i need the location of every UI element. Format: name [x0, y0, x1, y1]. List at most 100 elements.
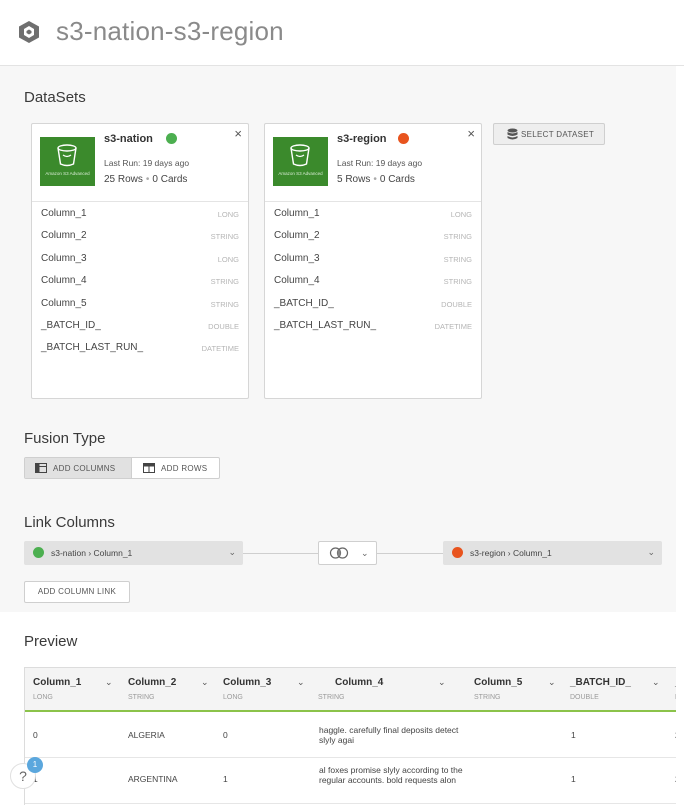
column-type: LONG — [217, 254, 239, 264]
column-row: Column_4 STRING — [265, 273, 481, 295]
column-type: DOUBLE — [441, 299, 472, 309]
add-columns-label: ADD COLUMNS — [53, 464, 116, 473]
separator-dot: • — [373, 174, 377, 185]
column-type: STRING — [443, 254, 472, 264]
dataset-name[interactable]: s3-region — [337, 133, 387, 145]
right-link-column-select[interactable]: s3-region › Column_1 ⌄ — [443, 541, 662, 565]
column-row: Column_5 STRING — [32, 296, 248, 318]
column-name: Column_2 — [274, 230, 320, 242]
left-link-column-select[interactable]: s3-nation › Column_1 ⌄ — [24, 541, 243, 565]
close-icon[interactable]: × — [467, 126, 475, 141]
add-rows-label: ADD ROWS — [161, 464, 208, 473]
column-name: Column_4 — [274, 275, 320, 287]
dataset-column-list: Column_1 LONG Column_2 STRING Column_3 STRI… — [265, 206, 481, 340]
left-column-name: Column_1 — [93, 548, 133, 558]
column-name: Column_1 — [41, 208, 87, 219]
table-header: Column_1 LONG ⌄ Column_2 STRING ⌄ Column… — [25, 667, 676, 712]
status-indicator-orange — [452, 547, 463, 558]
column-row: _BATCH_ID_ DOUBLE — [265, 296, 481, 318]
add-rows-icon — [143, 463, 155, 473]
domo-logo-icon — [19, 21, 39, 43]
top-bar: s3-nation-s3-region — [0, 0, 684, 66]
left-dataset-name: s3-nation — [51, 548, 86, 558]
column-name: Column_4 — [41, 275, 87, 287]
right-column-name: Column_1 — [513, 548, 552, 558]
close-icon[interactable]: × — [234, 126, 242, 141]
column-header-name: Column_1 — [33, 677, 82, 688]
table-header-cell[interactable]: _ D — [669, 668, 676, 711]
chevron-down-icon[interactable]: ⌄ — [438, 677, 446, 688]
table-header-cell[interactable]: Column_5 STRING ⌄ — [466, 668, 562, 711]
column-header-type: LONG — [33, 694, 53, 701]
status-indicator-green — [33, 547, 44, 558]
chevron-down-icon[interactable]: ⌄ — [652, 677, 660, 688]
column-row: _BATCH_ID_ DOUBLE — [32, 318, 248, 340]
table-cell: al foxes promise slyly according to the … — [319, 765, 463, 785]
table-cell: 1 — [571, 730, 576, 740]
select-dataset-button[interactable]: SELECT DATASET — [493, 123, 605, 145]
add-columns-icon — [35, 463, 47, 473]
table-header-cell[interactable]: Column_3 LONG ⌄ — [215, 668, 310, 711]
preview-table: Column_1 LONG ⌄ Column_2 STRING ⌄ Column… — [24, 667, 676, 805]
column-type: DOUBLE — [208, 321, 239, 331]
select-dataset-label: SELECT DATASET — [521, 130, 595, 139]
table-cell: 2 — [675, 774, 676, 784]
datasets-heading: DataSets — [24, 89, 86, 106]
thumbnail-caption: Amazon S3 Advanced — [45, 171, 90, 176]
table-header-cell[interactable]: _BATCH_ID_ DOUBLE ⌄ — [562, 668, 669, 711]
column-type: DATETIME — [434, 321, 472, 331]
right-dataset-name: s3-region — [470, 548, 506, 558]
column-name: Column_3 — [41, 252, 87, 264]
dataset-card-header: Amazon S3 Advanced s3-nation × Last Run:… — [32, 124, 248, 202]
add-columns-button[interactable]: ADD COLUMNS — [25, 458, 132, 478]
chevron-down-icon[interactable]: ⌄ — [297, 677, 305, 688]
column-header-name: Column_3 — [223, 677, 272, 688]
s3-bucket-icon — [57, 144, 77, 167]
column-header-type: LONG — [223, 694, 243, 701]
last-run-text: Last Run: 19 days ago — [337, 158, 423, 168]
column-type: DATETIME — [201, 344, 239, 354]
fusion-type-heading: Fusion Type — [24, 430, 106, 447]
column-row: Column_2 STRING — [265, 228, 481, 250]
column-header-name: Column_2 — [128, 677, 177, 688]
thumbnail-caption: Amazon S3 Advanced — [278, 171, 323, 176]
table-header-cell[interactable]: Column_1 LONG ⌄ — [25, 668, 120, 711]
separator-dot: • — [145, 174, 150, 185]
column-name: Column_3 — [274, 252, 320, 264]
add-column-link-button[interactable]: ADD COLUMN LINK — [24, 581, 130, 603]
link-connector-line — [243, 553, 318, 554]
column-type: LONG — [450, 210, 472, 219]
table-header-cell[interactable]: Column_4 STRING ⌄ — [310, 668, 466, 711]
table-row: 1 ARGENTINA 1 al foxes promise slyly acc… — [25, 758, 676, 804]
chevron-down-icon[interactable]: ⌄ — [105, 677, 113, 688]
column-header-type: STRING — [128, 694, 155, 701]
column-row: _BATCH_LAST_RUN_ DATETIME — [32, 340, 248, 362]
column-name: _BATCH_ID_ — [274, 297, 334, 309]
column-row: Column_1 LONG — [265, 206, 481, 228]
column-header-name: Column_5 — [474, 677, 523, 688]
preview-heading: Preview — [24, 633, 78, 650]
chevron-down-icon[interactable]: ⌄ — [548, 677, 556, 688]
dataset-card-header: Amazon S3 Advanced s3-region × Last Run:… — [265, 124, 481, 202]
add-rows-button[interactable]: ADD ROWS — [133, 458, 219, 478]
column-type: STRING — [443, 277, 472, 287]
column-name: Column_1 — [274, 208, 320, 219]
row-count: 5 Rows — [337, 174, 371, 185]
table-cell: 0 — [33, 730, 38, 740]
join-type-select[interactable]: ⌄ — [318, 541, 377, 565]
column-row: Column_3 STRING — [265, 251, 481, 273]
dataset-name[interactable]: s3-nation — [104, 133, 153, 145]
column-name: _BATCH_ID_ — [41, 319, 101, 331]
table-header-cell[interactable]: Column_2 STRING ⌄ — [120, 668, 215, 711]
chevron-down-icon[interactable]: ⌄ — [201, 677, 209, 688]
column-header-name: _ — [675, 677, 676, 688]
table-row: 0 ALGERIA 0 haggle. carefully final depo… — [25, 712, 676, 758]
column-row: Column_2 STRING — [32, 228, 248, 250]
left-link-column-value: s3-nation › Column_1 — [51, 548, 133, 558]
table-cell: 2 — [675, 730, 676, 740]
column-type: STRING — [210, 299, 239, 309]
amazon-s3-thumbnail: Amazon S3 Advanced — [273, 137, 328, 186]
column-name: _BATCH_LAST_RUN_ — [41, 342, 144, 354]
column-name: Column_2 — [41, 230, 87, 242]
table-cell: 1 — [223, 774, 228, 784]
